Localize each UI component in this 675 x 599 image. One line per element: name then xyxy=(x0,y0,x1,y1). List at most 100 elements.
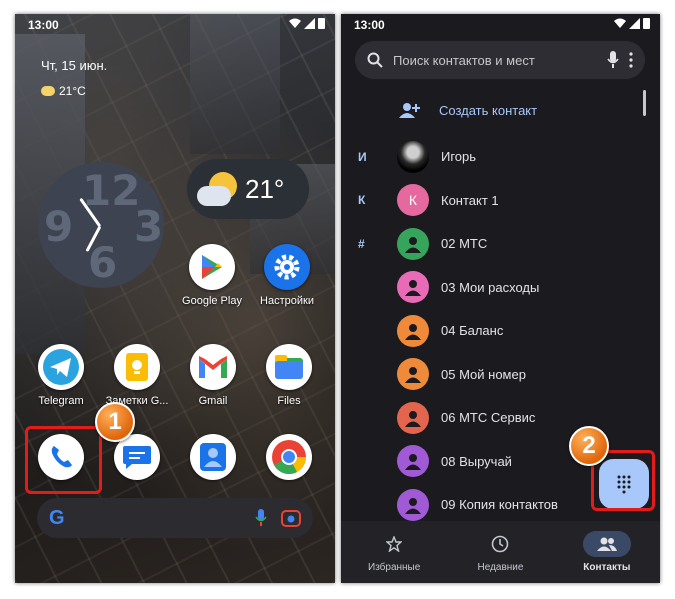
analog-clock-widget[interactable]: 12 9 3 6 xyxy=(38,162,164,288)
app-label: Telegram xyxy=(38,395,84,407)
person-icon xyxy=(405,497,421,514)
clock-icon xyxy=(492,535,509,553)
person-icon xyxy=(405,280,421,296)
battery-icon xyxy=(318,18,325,29)
weather-small[interactable]: 21°C xyxy=(41,84,86,98)
signal-icon xyxy=(304,17,315,29)
gmail-icon xyxy=(190,344,236,390)
contact-name: 09 Копия контактов xyxy=(441,497,558,512)
chrome-icon xyxy=(266,434,312,480)
nav-label: Контакты xyxy=(583,562,631,573)
highlight-phone-app xyxy=(25,426,102,494)
nav-label: Избранные xyxy=(368,562,421,573)
app-files[interactable]: Files xyxy=(257,344,321,407)
contact-photo-avatar xyxy=(397,140,429,173)
wifi-icon xyxy=(614,18,626,28)
telegram-icon xyxy=(38,344,84,390)
nav-recent[interactable]: Недавние xyxy=(447,521,553,583)
status-icons xyxy=(289,17,325,29)
nav-favorites[interactable]: Избранные xyxy=(341,521,447,583)
dock-contacts[interactable] xyxy=(181,434,245,485)
contact-row[interactable]: 05 Мой номер xyxy=(341,353,641,396)
contact-avatar xyxy=(397,488,429,521)
app-google-play[interactable]: Google Play xyxy=(180,244,244,307)
contact-avatar xyxy=(397,401,429,434)
google-g-icon: G xyxy=(49,506,65,529)
contact-row[interactable]: #02 МТС xyxy=(341,222,641,265)
app-gmail[interactable]: Gmail xyxy=(181,344,245,407)
contacts-app: 13:00 Поиск контактов и мест Создать кон… xyxy=(341,14,660,583)
nav-contacts[interactable]: Контакты xyxy=(554,521,660,583)
contact-name: Контакт 1 xyxy=(441,192,499,208)
contact-avatar xyxy=(397,314,429,347)
contact-index-letter: # xyxy=(358,236,365,251)
status-time: 13:00 xyxy=(354,18,385,32)
weather-small-temp: 21°C xyxy=(59,84,86,98)
contact-name: 02 МТС xyxy=(441,236,488,251)
status-icons xyxy=(614,17,650,29)
status-bar: 13:00 xyxy=(15,14,335,36)
person-add-icon xyxy=(399,103,420,118)
partly-cloudy-icon xyxy=(197,172,237,206)
search-icon xyxy=(367,52,383,68)
contacts-icon xyxy=(190,434,236,480)
contact-avatar xyxy=(397,358,429,390)
create-contact-button[interactable]: Создать контакт xyxy=(399,102,537,118)
clock-number: 3 xyxy=(134,202,164,251)
person-icon xyxy=(405,236,421,253)
app-label: Google Play xyxy=(182,295,242,307)
contact-avatar: К xyxy=(397,184,429,216)
settings-gear-icon xyxy=(264,244,310,290)
search-placeholder: Поиск контактов и мест xyxy=(393,52,535,68)
contacts-people-icon xyxy=(596,537,617,551)
date-widget[interactable]: Чт, 15 июн. xyxy=(41,58,107,73)
app-telegram[interactable]: Telegram xyxy=(29,344,93,407)
contact-name: Игорь xyxy=(441,149,477,164)
nav-label: Недавние xyxy=(477,562,524,573)
files-icon xyxy=(266,344,312,390)
clock-number: 12 xyxy=(82,166,141,215)
contact-avatar xyxy=(397,271,429,303)
contact-row[interactable]: 04 Баланс xyxy=(341,309,641,352)
clock-number: 9 xyxy=(44,202,74,251)
star-icon xyxy=(386,536,403,552)
step-badge-1: 1 xyxy=(95,402,135,442)
home-screen: 13:00 Чт, 15 июн. 21°C 12 9 3 6 21° Goog… xyxy=(15,14,335,583)
contact-row[interactable]: 03 Мои расходы xyxy=(341,266,641,309)
contact-avatar xyxy=(397,227,429,260)
app-keep-notes[interactable]: Заметки G... xyxy=(105,344,169,407)
app-label: Настройки xyxy=(260,295,314,307)
clock-number: 6 xyxy=(88,238,118,287)
contact-name: 08 Выручай xyxy=(441,453,512,469)
keep-notes-icon xyxy=(114,344,160,390)
dock-chrome[interactable] xyxy=(257,434,321,485)
scrollbar[interactable] xyxy=(643,90,646,116)
app-label: Files xyxy=(277,395,301,407)
contact-row[interactable]: И Игорь xyxy=(341,135,641,178)
microphone-icon[interactable] xyxy=(255,509,267,527)
person-icon xyxy=(405,323,421,340)
contact-name: 03 Мои расходы xyxy=(441,279,540,295)
search-bar-actions xyxy=(255,509,301,527)
signal-icon xyxy=(629,17,640,29)
microphone-icon[interactable] xyxy=(607,51,619,69)
contact-name: 04 Баланс xyxy=(441,323,504,338)
lens-camera-icon[interactable] xyxy=(281,509,301,527)
google-search-bar[interactable]: G xyxy=(37,498,313,538)
person-icon xyxy=(405,454,421,470)
status-bar: 13:00 xyxy=(341,14,660,36)
contact-name: 05 Мой номер xyxy=(441,366,526,382)
app-label: Gmail xyxy=(198,395,228,407)
contact-avatar xyxy=(397,445,429,477)
person-icon xyxy=(405,367,421,383)
create-contact-label: Создать контакт xyxy=(439,102,538,118)
contact-row[interactable]: К К Контакт 1 xyxy=(341,179,641,222)
more-vert-icon[interactable] xyxy=(629,52,633,68)
status-time: 13:00 xyxy=(28,18,59,32)
contact-index-letter: И xyxy=(358,149,367,164)
contacts-search-bar[interactable]: Поиск контактов и мест xyxy=(355,41,645,79)
google-play-icon xyxy=(189,244,235,290)
contact-name: 06 МТС Сервис xyxy=(441,410,536,425)
weather-widget[interactable]: 21° xyxy=(187,159,309,219)
app-settings[interactable]: Настройки xyxy=(255,244,319,307)
